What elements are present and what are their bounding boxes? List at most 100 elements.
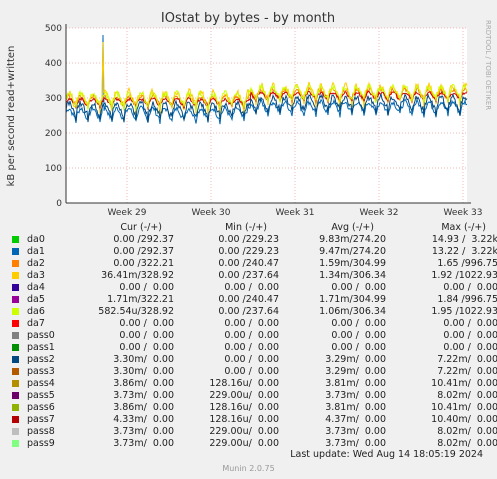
y-tick-label: 200: [45, 129, 62, 139]
legend-max: 14.93 / 3.22k: [431, 234, 497, 245]
legend-swatch: [12, 428, 19, 435]
legend-cur: 3.30m/ 0.00: [113, 354, 174, 365]
legend-header-min: Min (-/+): [225, 222, 267, 233]
legend-max: 0.00 / 0.00: [443, 282, 497, 293]
plot-background: [66, 28, 467, 203]
legend-avg: 1.59m/304.99: [319, 258, 386, 269]
legend-cur: 4.33m/ 0.00: [113, 414, 174, 425]
legend-swatch: [12, 344, 19, 351]
rrdtool-credit: RRDTOOL / TOBI OETIKER: [484, 20, 492, 110]
legend-swatch: [12, 392, 19, 399]
last-update: Last update: Wed Aug 14 18:05:19 2024: [290, 449, 483, 460]
legend-cur: 0.00 /322.21: [113, 258, 174, 269]
legend-swatch: [12, 320, 19, 327]
legend-label: da0: [27, 234, 45, 245]
legend-max: 1.65 /996.75: [437, 258, 497, 269]
legend-min: 0.00 /240.47: [218, 294, 279, 305]
legend-min: 0.00 / 0.00: [224, 342, 279, 353]
legend-avg: 1.71m/304.99: [319, 294, 386, 305]
chart-area: IOstat by bytes - by month kB per second…: [6, 11, 492, 218]
legend-avg: 3.81m/ 0.00: [325, 402, 386, 413]
legend-label: da3: [27, 270, 45, 281]
legend-cur: 0.00 / 0.00: [119, 330, 174, 341]
legend-swatch: [12, 272, 19, 279]
legend-label: da1: [27, 246, 45, 257]
y-axis-label: kB per second read+written: [6, 46, 17, 187]
y-tick-label: 500: [45, 24, 62, 34]
legend-cur: 1.71m/322.21: [107, 294, 174, 305]
legend-min: 0.00 /240.47: [218, 258, 279, 269]
legend-avg: 3.29m/ 0.00: [325, 354, 386, 365]
legend-max: 8.02m/ 0.00: [437, 390, 497, 401]
legend-max: 8.02m/ 0.00: [437, 426, 497, 437]
y-tick-label: 400: [45, 59, 62, 69]
legend-cur: 3.86m/ 0.00: [113, 378, 174, 389]
legend-avg: 4.37m/ 0.00: [325, 414, 386, 425]
y-tick-label: 100: [45, 164, 62, 174]
legend-min: 0.00 / 0.00: [224, 330, 279, 341]
legend-label: pass4: [27, 378, 55, 389]
legend-cur: 3.73m/ 0.00: [113, 390, 174, 401]
legend-min: 229.00u/ 0.00: [209, 438, 279, 449]
legend-label: pass3: [27, 366, 55, 377]
legend-label: pass7: [27, 414, 55, 425]
legend-swatch: [12, 332, 19, 339]
legend-avg: 9.83m/274.20: [319, 234, 386, 245]
legend-label: pass8: [27, 426, 55, 437]
legend-cur: 582.54u/328.92: [98, 306, 174, 317]
legend-min: 0.00 / 0.00: [224, 282, 279, 293]
legend-min: 0.00 /237.64: [218, 270, 279, 281]
legend-swatch: [12, 308, 19, 315]
legend-avg: 3.73m/ 0.00: [325, 426, 386, 437]
legend-max: 1.84 /996.75: [437, 294, 497, 305]
x-tick-label: Week 31: [276, 208, 315, 218]
legend-max: 0.00 / 0.00: [443, 342, 497, 353]
legend-swatch: [12, 440, 19, 447]
legend-swatch: [12, 260, 19, 267]
legend-swatch: [12, 248, 19, 255]
legend-cur: 3.73m/ 0.00: [113, 426, 174, 437]
legend-swatch: [12, 296, 19, 303]
legend-avg: 1.34m/306.34: [319, 270, 386, 281]
legend-swatch: [12, 236, 19, 243]
legend-label: da4: [27, 282, 45, 293]
legend-label: da7: [27, 318, 45, 329]
legend-max: 1.95 /1022.93: [431, 306, 497, 317]
legend-max: 10.41m/ 0.00: [431, 378, 497, 389]
legend-min: 0.00 / 0.00: [224, 366, 279, 377]
legend-avg: 0.00 / 0.00: [331, 342, 386, 353]
legend-max: 13.22 / 3.22k: [431, 246, 497, 257]
legend-label: pass0: [27, 330, 55, 341]
legend-cur: 0.00 /292.37: [113, 234, 174, 245]
legend-avg: 0.00 / 0.00: [331, 318, 386, 329]
legend-avg: 3.81m/ 0.00: [325, 378, 386, 389]
legend-swatch: [12, 416, 19, 423]
legend-avg: 3.29m/ 0.00: [325, 366, 386, 377]
legend-min: 229.00u/ 0.00: [209, 390, 279, 401]
x-tick-label: Week 30: [192, 208, 231, 218]
legend-header-max: Max (-/+): [441, 222, 486, 233]
legend-min: 0.00 /229.23: [218, 246, 279, 257]
legend-cur: 36.41m/328.92: [101, 270, 174, 281]
legend-max: 7.22m/ 0.00: [437, 354, 497, 365]
legend-min: 0.00 / 0.00: [224, 318, 279, 329]
legend-avg: 3.73m/ 0.00: [325, 438, 386, 449]
legend-max: 8.02m/ 0.00: [437, 438, 497, 449]
legend-avg: 0.00 / 0.00: [331, 282, 386, 293]
legend-min: 128.16u/ 0.00: [209, 414, 279, 425]
legend-label: pass6: [27, 402, 55, 413]
legend-min: 128.16u/ 0.00: [209, 378, 279, 389]
legend-max: 10.40m/ 0.00: [431, 414, 497, 425]
legend-cur: 0.00 / 0.00: [119, 282, 174, 293]
x-tick-label: Week 33: [444, 208, 483, 218]
legend-header-avg: Avg (-/+): [331, 222, 374, 233]
chart-title: IOstat by bytes - by month: [161, 11, 335, 26]
legend-min: 0.00 /237.64: [218, 306, 279, 317]
legend-swatch: [12, 380, 19, 387]
legend-min: 128.16u/ 0.00: [209, 402, 279, 413]
legend-label: pass9: [27, 438, 55, 449]
legend-min: 0.00 /229.23: [218, 234, 279, 245]
legend-label: da6: [27, 306, 45, 317]
legend-label: da5: [27, 294, 45, 305]
legend-cur: 3.86m/ 0.00: [113, 402, 174, 413]
